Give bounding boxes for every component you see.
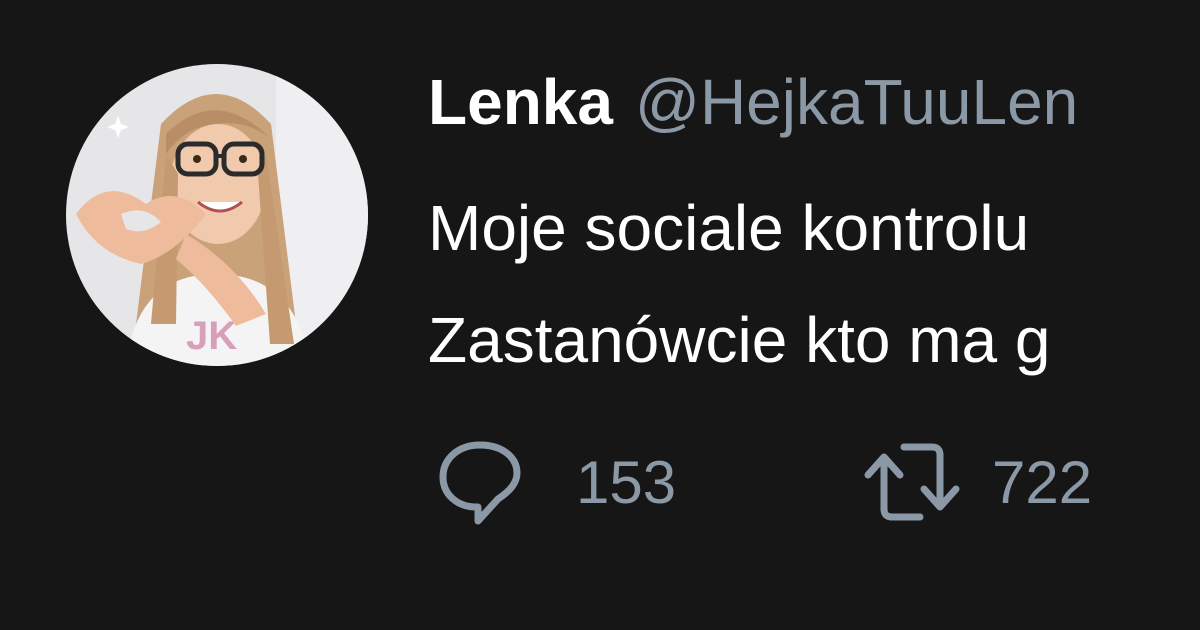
- retweet-icon: [862, 437, 960, 527]
- tweet-card: JK Lenka @HejkaTuuLen Moje sociale kontr…: [0, 0, 1200, 630]
- tweet-text: Moje sociale kontrolu Zastanówcie kto ma…: [428, 172, 1051, 396]
- avatar-image: JK: [66, 64, 368, 366]
- retweet-button[interactable]: 722: [862, 437, 1092, 527]
- tweet-text-line: Moje sociale kontrolu: [428, 192, 1030, 264]
- reply-count: 153: [576, 448, 677, 516]
- tweet-header: Lenka @HejkaTuuLen: [428, 62, 1078, 142]
- tweet-actions: 153 722: [438, 437, 1200, 527]
- tweet-text-line: Zastanówcie kto ma g: [428, 304, 1051, 376]
- author-display-name[interactable]: Lenka: [428, 66, 613, 138]
- svg-text:JK: JK: [186, 314, 237, 358]
- avatar[interactable]: JK: [66, 64, 368, 366]
- reply-button[interactable]: 153: [438, 437, 676, 527]
- retweet-count: 722: [992, 448, 1093, 516]
- author-handle[interactable]: @HejkaTuuLen: [635, 66, 1078, 138]
- reply-icon: [438, 437, 522, 527]
